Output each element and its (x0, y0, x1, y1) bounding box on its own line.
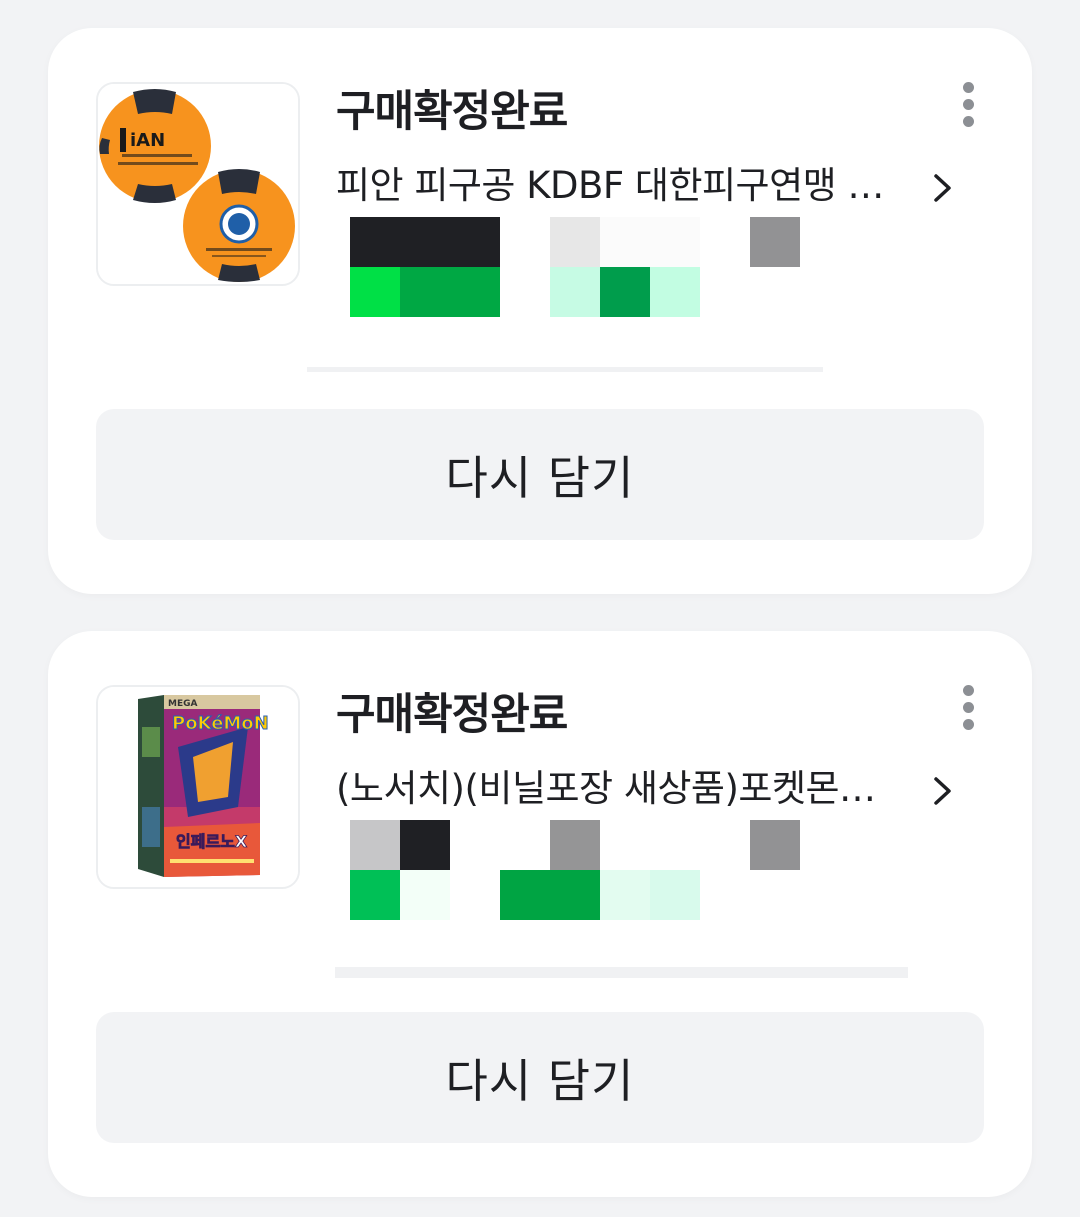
chevron-right-icon[interactable] (928, 168, 958, 208)
more-options-icon[interactable] (953, 78, 983, 128)
product-title[interactable]: 피안 피구공 KDBF 대한피구연맹 공식사용구 (336, 158, 916, 214)
order-status: 구매확정완료 (336, 87, 568, 137)
divider (307, 367, 823, 372)
order-card-1: iAN 구매확정완료 피안 피구공 KDBF 대한피구연맹 공식사용구 (48, 28, 1032, 594)
svg-text:iAN: iAN (130, 130, 165, 151)
product-title[interactable]: (노서치)(비닐포장 새상품)포켓몬 카드 (336, 761, 886, 817)
add-to-cart-again-button[interactable]: 다시 담기 (96, 1012, 984, 1143)
pokemon-card-box-image: MEGA PoKéMoN 인페르노X (98, 687, 298, 887)
svg-text:PoKéMoN: PoKéMoN (172, 713, 269, 734)
chevron-right-icon[interactable] (928, 771, 958, 811)
redacted-info-block (350, 217, 800, 317)
add-to-cart-again-button[interactable]: 다시 담기 (96, 409, 984, 540)
product-thumbnail[interactable]: MEGA PoKéMoN 인페르노X (96, 685, 300, 889)
more-options-icon[interactable] (953, 681, 983, 731)
dodgeball-image: iAN (98, 84, 298, 284)
svg-text:인페르노X: 인페르노X (176, 832, 248, 851)
product-thumbnail[interactable]: iAN (96, 82, 300, 286)
svg-text:MEGA: MEGA (168, 699, 197, 709)
redacted-info-block (350, 820, 800, 920)
divider (335, 967, 908, 978)
order-card-2: MEGA PoKéMoN 인페르노X 구매확정완료 (노서치)(비닐포장 새상품… (48, 631, 1032, 1197)
order-status: 구매확정완료 (336, 690, 568, 740)
